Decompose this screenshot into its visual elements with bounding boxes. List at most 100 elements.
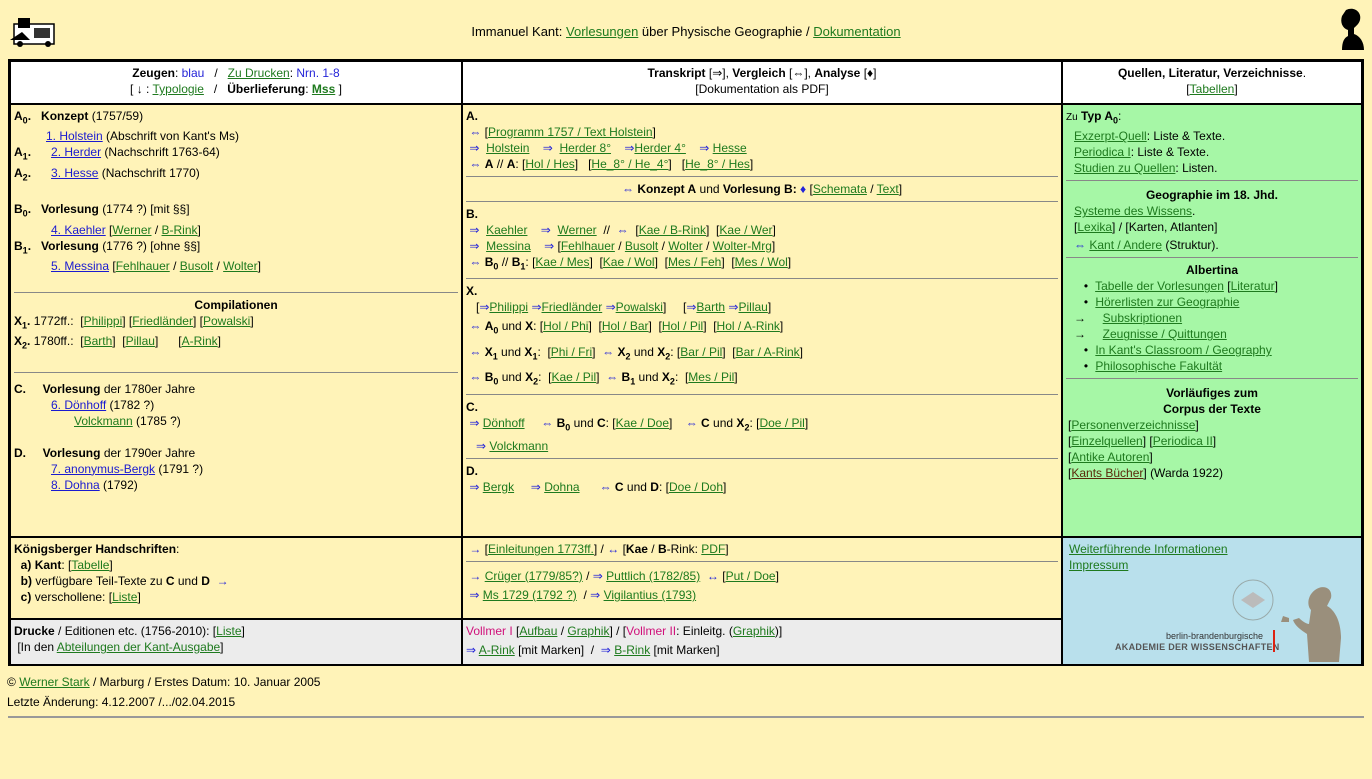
link-abteilungen[interactable]: Abteilungen der Kant-Ausgabe (57, 640, 220, 654)
link-fakultaet[interactable]: Philosophische Fakultät (1095, 359, 1222, 373)
link-t-messina[interactable]: Messina (486, 239, 531, 253)
link-typologie[interactable]: Typologie (153, 82, 204, 96)
link-friedlaender[interactable]: Friedländer (132, 314, 193, 328)
link-werner-stark[interactable]: Werner Stark (19, 675, 89, 689)
link-t-kaehler[interactable]: Kaehler (486, 223, 527, 237)
link-mes-feh[interactable]: Mes / Feh (668, 255, 721, 269)
link-put-doe[interactable]: Put / Doe (726, 569, 776, 583)
link-weiterfuehrende[interactable]: Weiterführende Informationen (1069, 542, 1228, 556)
link-pillau[interactable]: Pillau (126, 334, 155, 348)
link-kae-mes[interactable]: Kae / Mes (535, 255, 589, 269)
link-zeugnisse[interactable]: Zeugnisse / Quittungen (1103, 327, 1227, 341)
link-k-liste[interactable]: Liste (112, 590, 137, 604)
link-bar-pil[interactable]: Bar / Pil (680, 345, 722, 359)
link-hol-arink[interactable]: Hol / A-Rink (717, 319, 780, 333)
link-einleitungen[interactable]: Einleitungen 1773ff. (488, 542, 594, 556)
link-kae-brink[interactable]: Kae / B-Rink (639, 223, 706, 237)
link-fehlhauer[interactable]: Fehlhauer (116, 259, 170, 273)
link-systeme[interactable]: Systeme des Wissens (1074, 204, 1192, 218)
link-programm[interactable]: Programm 1757 / Text Holstein (488, 125, 653, 139)
link-lexika[interactable]: Lexika (1077, 220, 1112, 234)
link-t-herder8[interactable]: Herder 8° (560, 141, 612, 155)
link-hol-bar[interactable]: Hol / Bar (602, 319, 649, 333)
link-werner[interactable]: Werner (112, 223, 151, 237)
link-wolter[interactable]: Wolter (223, 259, 257, 273)
link-t-philippi[interactable]: Philippi (489, 300, 528, 314)
link-he8-he4[interactable]: He_8° / He_4° (591, 157, 668, 171)
link-hesse[interactable]: 3. Hesse (51, 166, 98, 180)
link-tabelle-vorlesungen[interactable]: Tabelle der Vorlesungen (1095, 279, 1224, 293)
link-text[interactable]: Text (877, 182, 899, 196)
link-kae-wol[interactable]: Kae / Wol (603, 255, 655, 269)
link-anonymus-bergk[interactable]: 7. anonymus-Bergk (51, 462, 155, 476)
link-kaehler[interactable]: 4. Kaehler (51, 223, 106, 237)
link-graphik[interactable]: Graphik (567, 624, 609, 638)
link-pdf[interactable]: PDF (701, 542, 725, 556)
link-t-friedlaender[interactable]: Friedländer (542, 300, 603, 314)
link-zu-drucken[interactable]: Zu Drucken (228, 66, 290, 80)
link-antike[interactable]: Antike Autoren (1071, 450, 1149, 464)
link-tabellen[interactable]: Tabellen (1190, 82, 1235, 96)
right-arrow-icon[interactable]: → (217, 574, 229, 588)
link-b-rink-marken[interactable]: B-Rink (614, 643, 650, 657)
link-philippi[interactable]: Philippi (84, 314, 123, 328)
link-t-volckmann[interactable]: Volckmann (489, 439, 548, 453)
link-barth[interactable]: Barth (84, 334, 113, 348)
link-impressum[interactable]: Impressum (1069, 558, 1128, 572)
link-kants-buecher[interactable]: Kants Bücher (1071, 466, 1143, 480)
link-t-doenhoff[interactable]: Dönhoff (483, 416, 525, 430)
link-t-bergk[interactable]: Bergk (483, 480, 514, 494)
link-kae-wer[interactable]: Kae / Wer (719, 223, 772, 237)
link-volckmann[interactable]: Volckmann (74, 414, 133, 428)
link-t-fehlhauer[interactable]: Fehlhauer (561, 239, 615, 253)
link-ms1729[interactable]: Ms 1729 (1792 ?) (483, 588, 577, 602)
link-periodica-1[interactable]: Periodica I (1074, 145, 1131, 159)
link-mes-pil[interactable]: Mes / Pil (688, 370, 734, 384)
link-k-tabelle[interactable]: Tabelle (71, 558, 109, 572)
link-t-pillau[interactable]: Pillau (738, 300, 767, 314)
link-dohna[interactable]: 8. Dohna (51, 478, 100, 492)
link-personen[interactable]: Personenverzeichnisse (1071, 418, 1195, 432)
link-dokumentation[interactable]: Dokumentation (813, 24, 900, 39)
link-t-barth[interactable]: Barth (696, 300, 725, 314)
link-hol-phi[interactable]: Hol / Phi (543, 319, 588, 333)
link-kant-andere[interactable]: Kant / Andere (1089, 238, 1162, 252)
link-hol-hes[interactable]: Hol / Hes (525, 157, 574, 171)
link-he8-hes[interactable]: He_8° / Hes (685, 157, 750, 171)
link-t-wolter[interactable]: Wolter (668, 239, 702, 253)
link-doe-pil[interactable]: Doe / Pil (759, 416, 804, 430)
link-hol-pil[interactable]: Hol / Pil (662, 319, 703, 333)
link-literatur[interactable]: Literatur (1231, 279, 1275, 293)
link-t-wolter-mrg[interactable]: Wolter-Mrg (713, 239, 772, 253)
link-mes-wol[interactable]: Mes / Wol (735, 255, 788, 269)
link-classroom[interactable]: In Kant's Classroom / Geography (1095, 343, 1271, 357)
link-t-dohna[interactable]: Dohna (544, 480, 579, 494)
link-studien[interactable]: Studien zu Quellen (1074, 161, 1175, 175)
link-exzerpt-quell[interactable]: Exzerpt-Quell (1074, 129, 1147, 143)
link-t-powalski[interactable]: Powalski (616, 300, 663, 314)
link-einzelquellen[interactable]: Einzelquellen (1071, 434, 1142, 448)
link-schemata[interactable]: Schemata (813, 182, 867, 196)
link-vigilantius[interactable]: Vigilantius (1793) (604, 588, 697, 602)
link-a-rink[interactable]: A-Rink (182, 334, 218, 348)
link-herder[interactable]: 2. Herder (51, 145, 101, 159)
link-phi-fri[interactable]: Phi / Fri (551, 345, 592, 359)
link-subskriptionen[interactable]: Subskriptionen (1103, 311, 1182, 325)
link-hoererlisten[interactable]: Hörerlisten zur Geographie (1095, 295, 1239, 309)
link-t-herder4[interactable]: Herder 4° (634, 141, 686, 155)
link-a-rink-marken[interactable]: A-Rink (479, 643, 515, 657)
link-puttlich[interactable]: Puttlich (1782/85) (606, 569, 700, 583)
link-bar-arink[interactable]: Bar / A-Rink (736, 345, 800, 359)
link-graphik-2[interactable]: Graphik (733, 624, 775, 638)
link-drucke-liste[interactable]: Liste (216, 624, 241, 638)
link-busolt[interactable]: Busolt (180, 259, 213, 273)
link-holstein[interactable]: 1. Holstein (46, 129, 103, 143)
link-t-werner[interactable]: Werner (558, 223, 597, 237)
link-t-busolt[interactable]: Busolt (625, 239, 658, 253)
link-messina[interactable]: 5. Messina (51, 259, 109, 273)
link-doe-doh[interactable]: Doe / Doh (669, 480, 723, 494)
link-doenhoff[interactable]: 6. Dönhoff (51, 398, 106, 412)
link-t-hesse[interactable]: Hesse (713, 141, 747, 155)
link-kae-doe[interactable]: Kae / Doe (616, 416, 669, 430)
link-crueger[interactable]: Crüger (1779/85?) (485, 569, 583, 583)
